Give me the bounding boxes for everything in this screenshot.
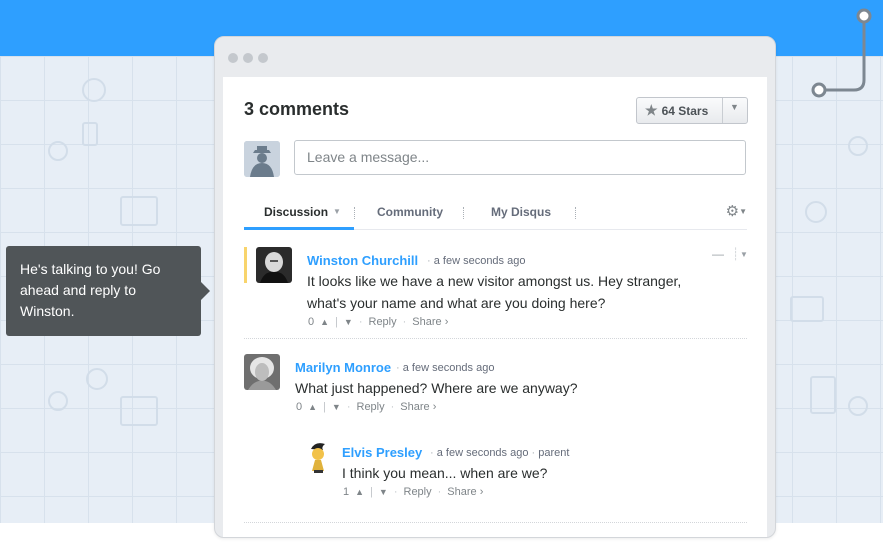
- tab-my-disqus[interactable]: My Disqus: [491, 205, 551, 219]
- vote-count: 0: [308, 316, 315, 328]
- comment-divider: [244, 338, 747, 340]
- comment-timestamp[interactable]: · a few seconds ago: [396, 362, 494, 374]
- anonymous-user-icon: [244, 141, 280, 177]
- star-icon: ★: [645, 102, 658, 118]
- guide-tooltip: He's talking to you! Go ahead and reply …: [6, 246, 210, 336]
- chevron-up-icon[interactable]: ▲: [308, 402, 317, 412]
- comment-author[interactable]: Marilyn Monroe: [295, 360, 391, 375]
- gear-icon[interactable]: ⚙▼: [726, 202, 747, 220]
- actions-separator: ·: [390, 401, 395, 413]
- comment-text-line: what's your name and what are you doing …: [307, 295, 606, 311]
- actions-separator: ·: [358, 316, 363, 328]
- actions-separator: ·: [346, 401, 351, 413]
- tooltip-text: He's talking to you! Go ahead and reply …: [20, 261, 161, 319]
- comment-timestamp[interactable]: · a few seconds ago · parent: [430, 447, 569, 459]
- chevron-down-icon[interactable]: ▼: [332, 402, 341, 412]
- chevron-down-icon[interactable]: ▼: [344, 317, 353, 327]
- caret-down-icon[interactable]: ▼: [730, 102, 739, 112]
- tab-separator: [575, 207, 577, 219]
- avatar[interactable]: [244, 354, 280, 390]
- tab-community[interactable]: Community: [377, 205, 443, 219]
- share-link[interactable]: Share ›: [400, 401, 436, 413]
- comment-text-line: What just happened? Where are we anyway?: [295, 380, 578, 396]
- comment-actions: 0 ▲ | ▼ · Reply · Share ›: [296, 401, 436, 413]
- chevron-up-icon[interactable]: ▲: [320, 317, 329, 327]
- comment-actions: 1 ▲ | ▼ · Reply · Share ›: [343, 486, 483, 498]
- vote-count: 0: [296, 401, 303, 413]
- active-tab-indicator: [244, 227, 354, 230]
- share-link[interactable]: Share ›: [447, 486, 483, 498]
- tab-bar: Discussion ▼ Community My Disqus ⚙▼: [244, 199, 747, 230]
- browser-window: 3 comments ★ 64 Stars ▼ Leave a message.…: [214, 36, 776, 538]
- avatar[interactable]: [244, 141, 280, 177]
- window-dot: [228, 53, 238, 63]
- comment-author[interactable]: Winston Churchill: [307, 253, 418, 268]
- parent-link[interactable]: parent: [538, 447, 569, 459]
- tab-separator: [463, 207, 465, 219]
- actions-separator: ·: [437, 486, 442, 498]
- tab-discussion-label: Discussion: [264, 205, 329, 219]
- tab-separator: [354, 207, 356, 219]
- avatar[interactable]: [256, 247, 292, 283]
- actions-separator: |: [370, 486, 373, 498]
- avatar[interactable]: [301, 439, 337, 475]
- reply-link[interactable]: Reply: [357, 401, 385, 413]
- portrait-image: [256, 247, 292, 283]
- comment-timestamp[interactable]: · a few seconds ago: [427, 255, 525, 267]
- comment-elvis: Elvis Presley · a few seconds ago · pare…: [301, 439, 747, 509]
- comment-body: I think you mean... when are we?: [342, 462, 742, 484]
- comment-winston: Winston Churchill · a few seconds ago — …: [244, 247, 748, 339]
- tab-discussion[interactable]: Discussion ▼: [264, 205, 341, 219]
- chevron-down-icon: ▼: [333, 207, 341, 216]
- portrait-image: [301, 439, 337, 475]
- menu-separator: ┊: [732, 247, 740, 261]
- comment-body: It looks like we have a new visitor amon…: [307, 270, 737, 314]
- comment-text-line: I think you mean... when are we?: [342, 465, 548, 481]
- minus-icon[interactable]: —: [712, 247, 724, 261]
- share-link[interactable]: Share ›: [412, 316, 448, 328]
- portrait-image: [244, 354, 280, 390]
- actions-separator: |: [335, 316, 338, 328]
- comment-time: a few seconds ago: [436, 447, 529, 459]
- comment-body: What just happened? Where are we anyway?: [295, 377, 735, 399]
- actions-separator: ·: [393, 486, 398, 498]
- comment-divider: [244, 522, 747, 524]
- stars-button[interactable]: ★ 64 Stars ▼: [636, 97, 748, 124]
- chevron-down-icon[interactable]: ▼: [379, 487, 388, 497]
- comment-text-line: It looks like we have a new visitor amon…: [307, 273, 682, 289]
- comment-author[interactable]: Elvis Presley: [342, 445, 422, 460]
- comment-count: 3 comments: [244, 99, 350, 119]
- caret-down-icon[interactable]: ▼: [740, 250, 748, 259]
- comment-actions: 0 ▲ | ▼ · Reply · Share ›: [308, 316, 448, 328]
- actions-separator: ·: [402, 316, 407, 328]
- chevron-up-icon[interactable]: ▲: [355, 487, 364, 497]
- window-dot: [243, 53, 253, 63]
- comment-time: a few seconds ago: [433, 255, 526, 267]
- stars-label: 64 Stars: [661, 103, 709, 118]
- window-dots: [228, 53, 268, 63]
- comments-panel: 3 comments ★ 64 Stars ▼ Leave a message.…: [223, 77, 767, 537]
- reply-link[interactable]: Reply: [369, 316, 397, 328]
- highlight-bar: [244, 247, 247, 283]
- comment-marilyn: Marilyn Monroe · a few seconds ago What …: [244, 354, 747, 424]
- actions-separator: |: [323, 401, 326, 413]
- message-input[interactable]: Leave a message...: [294, 140, 746, 175]
- vote-count: 1: [343, 486, 350, 498]
- comment-time: a few seconds ago: [402, 362, 495, 374]
- stars-divider: [722, 98, 723, 123]
- reply-link[interactable]: Reply: [404, 486, 432, 498]
- window-dot: [258, 53, 268, 63]
